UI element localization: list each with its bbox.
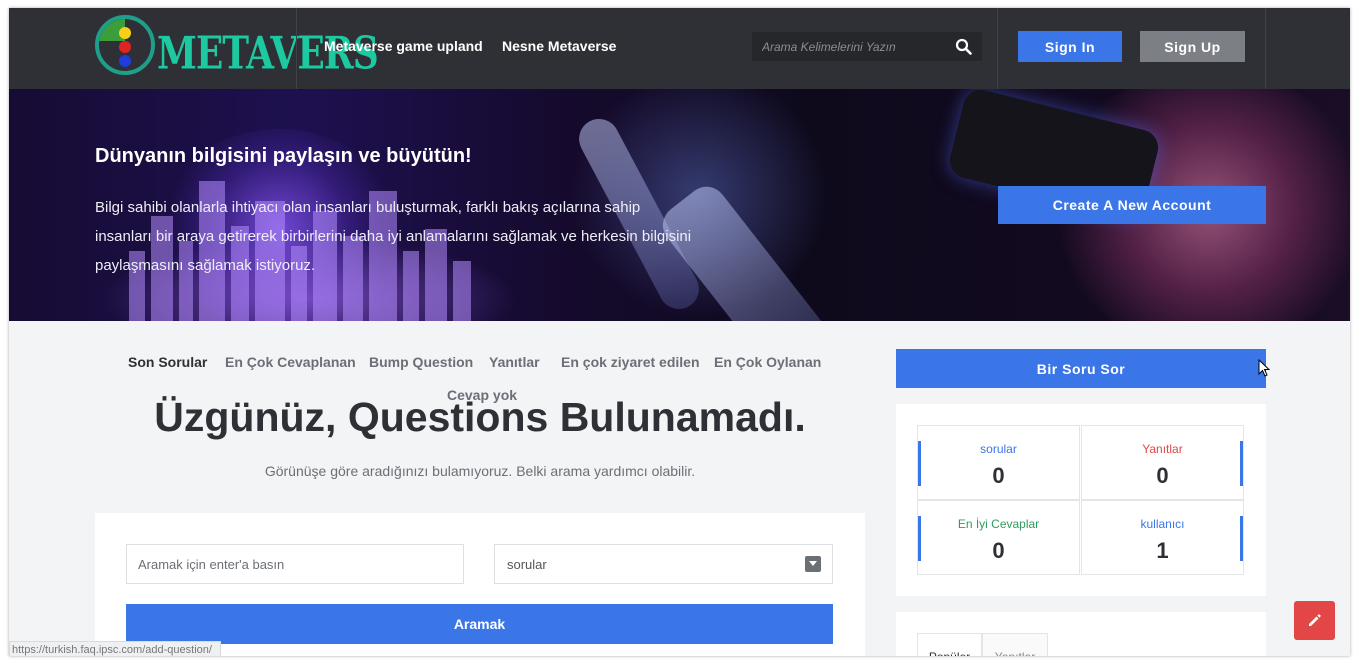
ask-question-button[interactable]: Bir Soru Sor — [896, 349, 1266, 388]
mouse-cursor-icon — [1258, 359, 1270, 377]
tab-son-sorular[interactable]: Son Sorular — [128, 354, 207, 370]
status-bar-url: https://turkish.faq.ipsc.com/add-questio… — [9, 641, 221, 656]
stat-users: kullanıcı 1 — [1081, 500, 1244, 575]
tab-bump-question[interactable]: Bump Question — [369, 354, 473, 370]
stat-value: 1 — [1156, 538, 1169, 563]
search-submit-button[interactable]: Aramak — [126, 604, 833, 644]
nav-link-nesne-metaverse[interactable]: Nesne Metaverse — [502, 38, 616, 54]
stats-card: sorular 0 Yanıtlar 0 En İyi Cevaplar 0 k… — [896, 404, 1266, 596]
stat-value: 0 — [992, 538, 1005, 563]
tab-en-cok-ziyaret-edilen[interactable]: En çok ziyaret edilen — [561, 354, 700, 370]
question-search-input[interactable] — [126, 544, 464, 584]
floating-edit-button[interactable] — [1294, 601, 1335, 640]
tab-en-cok-oylanan[interactable]: En Çok Oylanan — [714, 354, 821, 370]
stat-label: Yanıtlar — [1142, 442, 1183, 456]
header-divider — [1265, 8, 1266, 89]
tab-populer[interactable]: Popüler — [917, 633, 982, 656]
tab-en-cok-cevaplanan[interactable]: En Çok Cevaplanan — [225, 354, 356, 370]
empty-state-subtitle: Görünüşe göre aradığınızı bulamıyoruz. B… — [264, 463, 696, 479]
stat-label: En İyi Cevaplar — [957, 517, 1040, 531]
header-divider — [296, 8, 297, 89]
search-icon[interactable] — [955, 38, 972, 55]
widget-tabs-card: Popüler Yanıtlar — [896, 612, 1266, 656]
browser-viewport: METAVERS Metaverse game upland Nesne Met… — [9, 8, 1350, 656]
search-type-value: sorular — [507, 557, 547, 572]
site-header: METAVERS Metaverse game upland Nesne Met… — [9, 8, 1350, 89]
logo-emblem — [95, 15, 155, 75]
empty-state-title: Üzgünüz, Questions Bulunamadı. — [154, 394, 806, 440]
sign-up-button[interactable]: Sign Up — [1140, 31, 1245, 62]
stat-answers: Yanıtlar 0 — [1081, 425, 1244, 500]
site-logo[interactable]: METAVERS — [95, 15, 379, 81]
header-search-input[interactable] — [752, 32, 947, 61]
stat-label: kullanıcı — [1140, 517, 1185, 531]
pencil-icon — [1309, 614, 1321, 626]
tab-yanitlar[interactable]: Yanıtlar — [489, 354, 540, 370]
hero-description: Bilgi sahibi olanlarla ihtiyacı olan ins… — [95, 199, 692, 274]
search-type-select[interactable]: sorular — [494, 544, 833, 584]
header-search — [752, 32, 982, 61]
stat-questions: sorular 0 — [917, 425, 1080, 500]
stat-best-answers: En İyi Cevaplar 0 — [917, 500, 1080, 575]
hero-banner: Dünyanın bilgisini paylaşın ve büyütün! … — [9, 89, 1350, 321]
hero-title: Dünyanın bilgisini paylaşın ve büyütün! — [95, 145, 472, 167]
nav-link-metaverse-game-upland[interactable]: Metaverse game upland — [324, 38, 483, 54]
chevron-down-icon — [805, 556, 821, 572]
tab-widget-yanitlar[interactable]: Yanıtlar — [982, 633, 1048, 656]
stat-value: 0 — [1156, 463, 1169, 488]
header-divider — [997, 8, 998, 89]
stat-value: 0 — [992, 463, 1005, 488]
search-form-card: sorular Aramak — [95, 513, 865, 656]
create-account-button[interactable]: Create A New Account — [998, 186, 1266, 224]
sign-in-button[interactable]: Sign In — [1018, 31, 1122, 62]
stat-label: sorular — [980, 442, 1017, 456]
